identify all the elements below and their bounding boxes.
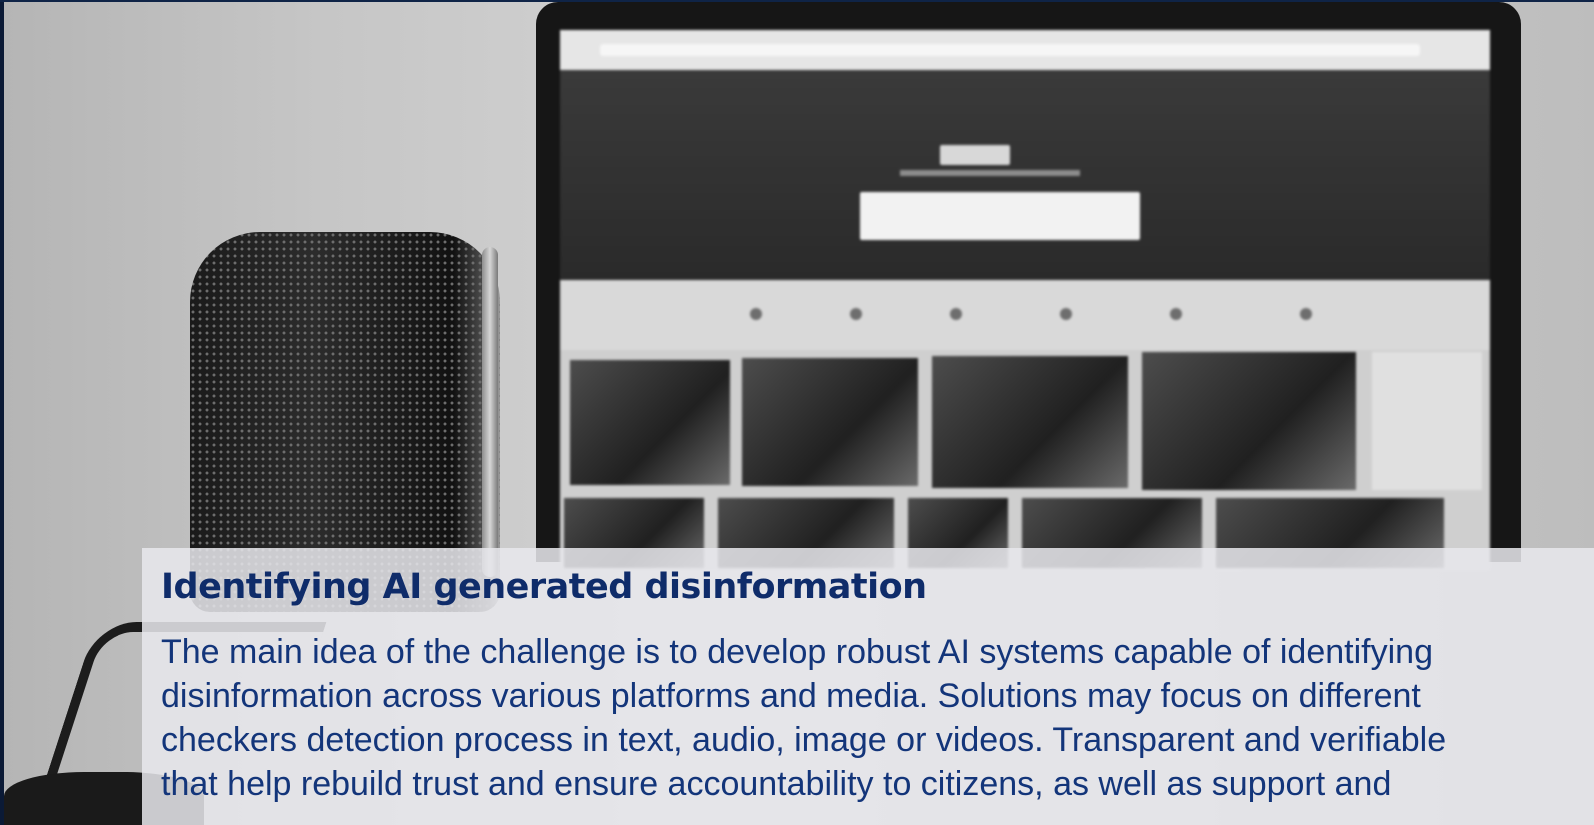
description-line: disinformation across various platforms …	[161, 677, 1421, 715]
blurred-site-header	[560, 70, 1490, 280]
blurred-thumbnail	[1142, 352, 1356, 490]
blurred-site-nav	[560, 280, 1490, 350]
blurred-browser-bar	[560, 30, 1490, 70]
challenge-text-panel: Identifying AI generated disinformation …	[142, 548, 1594, 825]
challenge-title: Identifying AI generated disinformation	[161, 567, 927, 607]
description-line: The main idea of the challenge is to dev…	[161, 633, 1433, 671]
laptop-screen	[560, 30, 1490, 570]
description-line: that help rebuild trust and ensure accou…	[161, 765, 1392, 803]
blurred-thumbnail	[742, 358, 918, 486]
microphone-rim	[482, 247, 498, 577]
description-line: checkers detection process in text, audi…	[161, 721, 1447, 759]
blurred-thumbnail	[932, 356, 1128, 488]
laptop-image	[536, 2, 1521, 570]
challenge-description: The main idea of the challenge is to dev…	[161, 630, 1594, 825]
blurred-thumbnail	[570, 360, 730, 485]
